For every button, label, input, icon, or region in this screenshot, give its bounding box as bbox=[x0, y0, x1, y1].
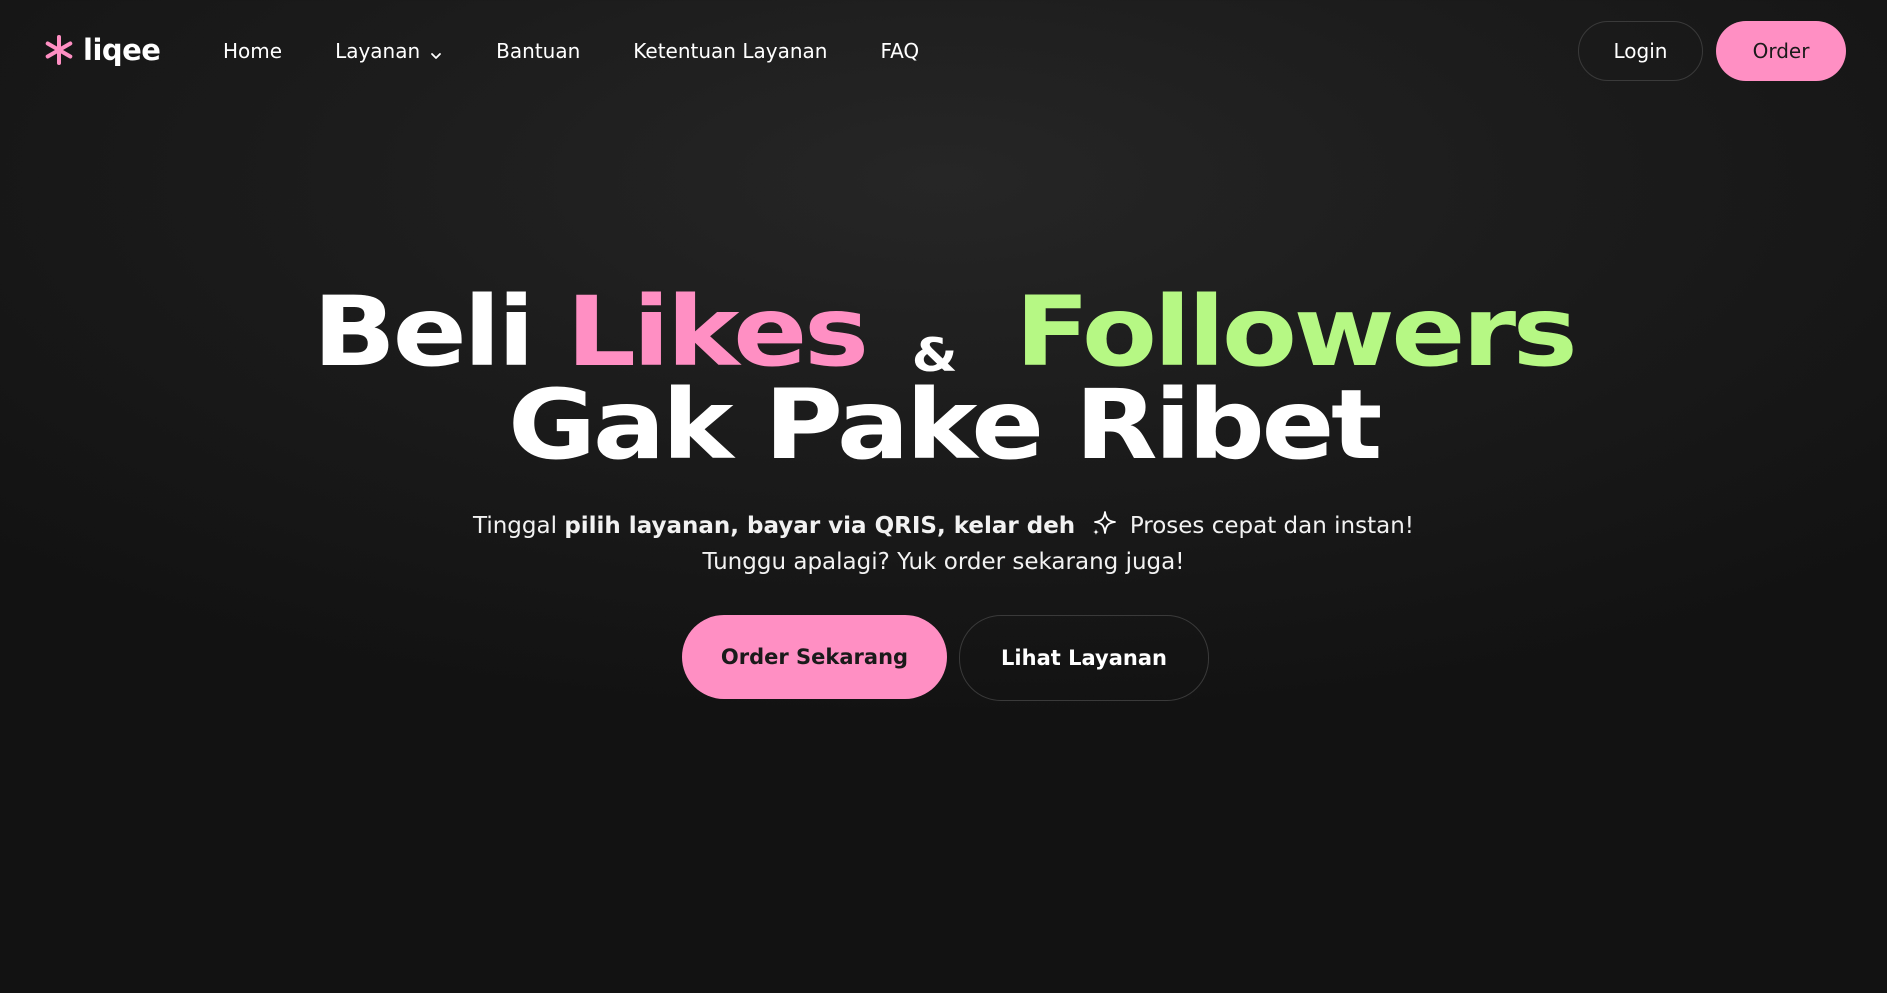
hero-title-line-1: Beli Likes & Followers bbox=[0, 282, 1887, 382]
chevron-down-icon bbox=[429, 44, 443, 59]
hero-subtitle-bold: pilih layanan, bayar via QRIS, kelar deh bbox=[564, 513, 1076, 539]
nav-item-label: FAQ bbox=[880, 39, 920, 63]
hero-subtitle: Tinggal pilih layanan, bayar via QRIS, k… bbox=[0, 508, 1887, 580]
nav-item-faq[interactable]: FAQ bbox=[880, 39, 919, 63]
nav-item-home[interactable]: Home bbox=[223, 39, 282, 63]
sparkle-icon bbox=[1089, 509, 1119, 539]
logo-link[interactable]: liqee bbox=[44, 30, 161, 70]
hero-subtitle-text: Tinggal bbox=[473, 513, 557, 539]
main-nav: Home Layanan Bantuan Ketentuan Layanan F… bbox=[223, 30, 972, 72]
order-button[interactable]: Order bbox=[1716, 21, 1846, 81]
nav-item-bantuan[interactable]: Bantuan bbox=[496, 39, 580, 63]
order-sekarang-button[interactable]: Order Sekarang bbox=[682, 615, 947, 699]
login-button[interactable]: Login bbox=[1578, 21, 1703, 81]
hero-subtitle-text: Proses cepat dan instan! bbox=[1129, 513, 1414, 539]
hero-title: Beli Likes & Followers Gak Pake Ribet bbox=[0, 282, 1887, 473]
nav-item-layanan[interactable]: Layanan bbox=[335, 39, 443, 63]
nav-item-label: Layanan bbox=[335, 39, 421, 63]
brand-name: liqee bbox=[83, 33, 161, 67]
nav-item-label: Ketentuan Layanan bbox=[633, 39, 828, 63]
nav-item-label: Home bbox=[223, 39, 283, 63]
hero-word-beli: Beli bbox=[312, 276, 535, 388]
asterisk-logo-icon bbox=[44, 35, 74, 65]
navbar: liqee Home Layanan Bantuan Ketentuan Lay… bbox=[0, 0, 1887, 102]
hero-subtitle-line-2: Tunggu apalagi? Yuk order sekarang juga! bbox=[702, 549, 1185, 575]
nav-item-label: Bantuan bbox=[496, 39, 581, 63]
nav-item-ketentuan-layanan[interactable]: Ketentuan Layanan bbox=[633, 39, 827, 63]
hero-title-line-2: Gak Pake Ribet bbox=[507, 369, 1382, 481]
lihat-layanan-button[interactable]: Lihat Layanan bbox=[959, 615, 1209, 701]
